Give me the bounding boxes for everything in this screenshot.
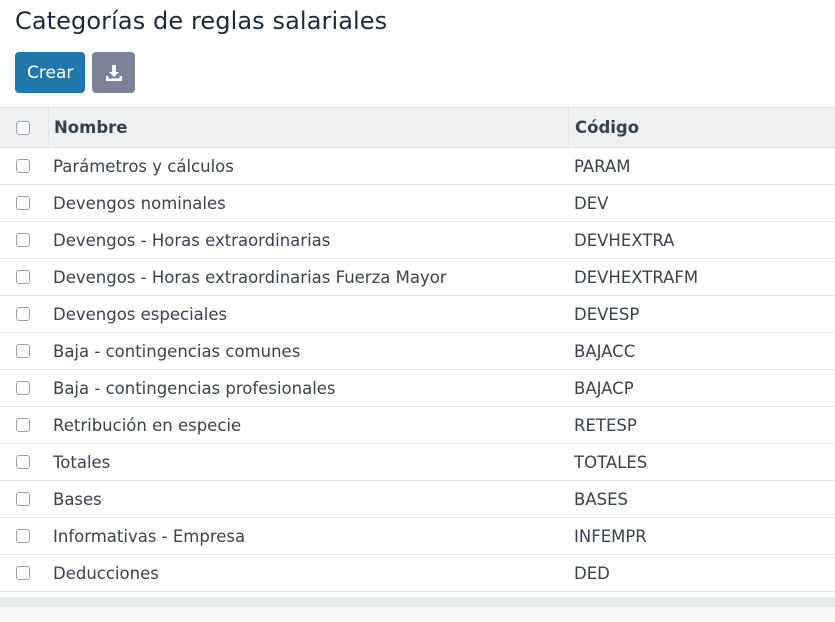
row-name: Bases [53, 489, 102, 509]
row-code: PARAM [574, 156, 631, 176]
column-header-code[interactable]: Código [569, 108, 835, 147]
table-footer [0, 597, 835, 607]
create-button[interactable]: Crear [15, 52, 86, 93]
row-checkbox[interactable] [15, 455, 30, 469]
table-row[interactable]: Bases BASES [0, 481, 835, 518]
row-checkbox[interactable] [15, 196, 30, 210]
row-checkbox[interactable] [15, 159, 30, 173]
row-name: Totales [53, 452, 111, 472]
table-row[interactable]: Totales TOTALES [0, 444, 835, 481]
table-row[interactable]: Retribución en especie RETESP [0, 407, 835, 444]
row-name: Devengos nominales [53, 193, 226, 213]
row-name: Deducciones [53, 563, 159, 583]
row-name: Baja - contingencias profesionales [53, 378, 336, 398]
row-checkbox[interactable] [15, 344, 30, 358]
row-checkbox[interactable] [15, 307, 30, 321]
row-checkbox[interactable] [15, 529, 30, 543]
row-code: DEVHEXTRAFM [574, 267, 699, 287]
select-all-cell [0, 108, 49, 147]
row-name: Devengos especiales [53, 304, 228, 324]
table-row[interactable]: Devengos - Horas extraordinarias Fuerza … [0, 259, 835, 296]
row-code: BASES [574, 489, 628, 509]
table-row[interactable]: Devengos especiales DEVESP [0, 296, 835, 333]
row-checkbox[interactable] [15, 233, 30, 247]
row-code: RETESP [574, 415, 637, 435]
page-title: Categorías de reglas salariales [15, 7, 388, 35]
download-icon [105, 64, 122, 81]
row-checkbox[interactable] [15, 492, 30, 506]
row-name: Devengos - Horas extraordinarias Fuerza … [53, 267, 447, 287]
page: Categorías de reglas salariales Crear No… [0, 0, 835, 622]
row-code: BAJACC [574, 341, 636, 361]
row-checkbox[interactable] [15, 418, 30, 432]
toolbar: Crear [15, 52, 136, 93]
row-code: TOTALES [574, 452, 648, 472]
row-name: Retribución en especie [53, 415, 242, 435]
row-name: Devengos - Horas extraordinarias [53, 230, 331, 250]
row-code: BAJACP [574, 378, 634, 398]
table-row[interactable]: Devengos nominales DEV [0, 185, 835, 222]
table-row[interactable]: Baja - contingencias profesionales BAJAC… [0, 370, 835, 407]
table-row[interactable]: Baja - contingencias comunes BAJACC [0, 333, 835, 370]
download-button[interactable] [92, 52, 136, 93]
table-body: Parámetros y cálculos PARAM Devengos nom… [0, 148, 835, 592]
table-row[interactable]: Deducciones DED [0, 555, 835, 592]
select-all-checkbox[interactable] [15, 120, 30, 135]
row-name: Informativas - Empresa [53, 526, 246, 546]
table-row[interactable]: Parámetros y cálculos PARAM [0, 148, 835, 185]
row-code: DEVESP [574, 304, 640, 324]
row-checkbox[interactable] [15, 381, 30, 395]
row-name: Parámetros y cálculos [53, 156, 234, 176]
column-header-name[interactable]: Nombre [49, 108, 569, 147]
row-checkbox[interactable] [15, 566, 30, 580]
data-table: Nombre Código Parámetros y cálculos PARA… [0, 107, 835, 592]
table-header: Nombre Código [0, 107, 835, 148]
table-row[interactable]: Informativas - Empresa INFEMPR [0, 518, 835, 555]
page-bottom [0, 607, 835, 622]
row-code: DEV [574, 193, 609, 213]
row-code: INFEMPR [574, 526, 647, 546]
table-row[interactable]: Devengos - Horas extraordinarias DEVHEXT… [0, 222, 835, 259]
row-checkbox[interactable] [15, 270, 30, 284]
row-code: DED [574, 563, 610, 583]
row-name: Baja - contingencias comunes [53, 341, 301, 361]
row-code: DEVHEXTRA [574, 230, 675, 250]
